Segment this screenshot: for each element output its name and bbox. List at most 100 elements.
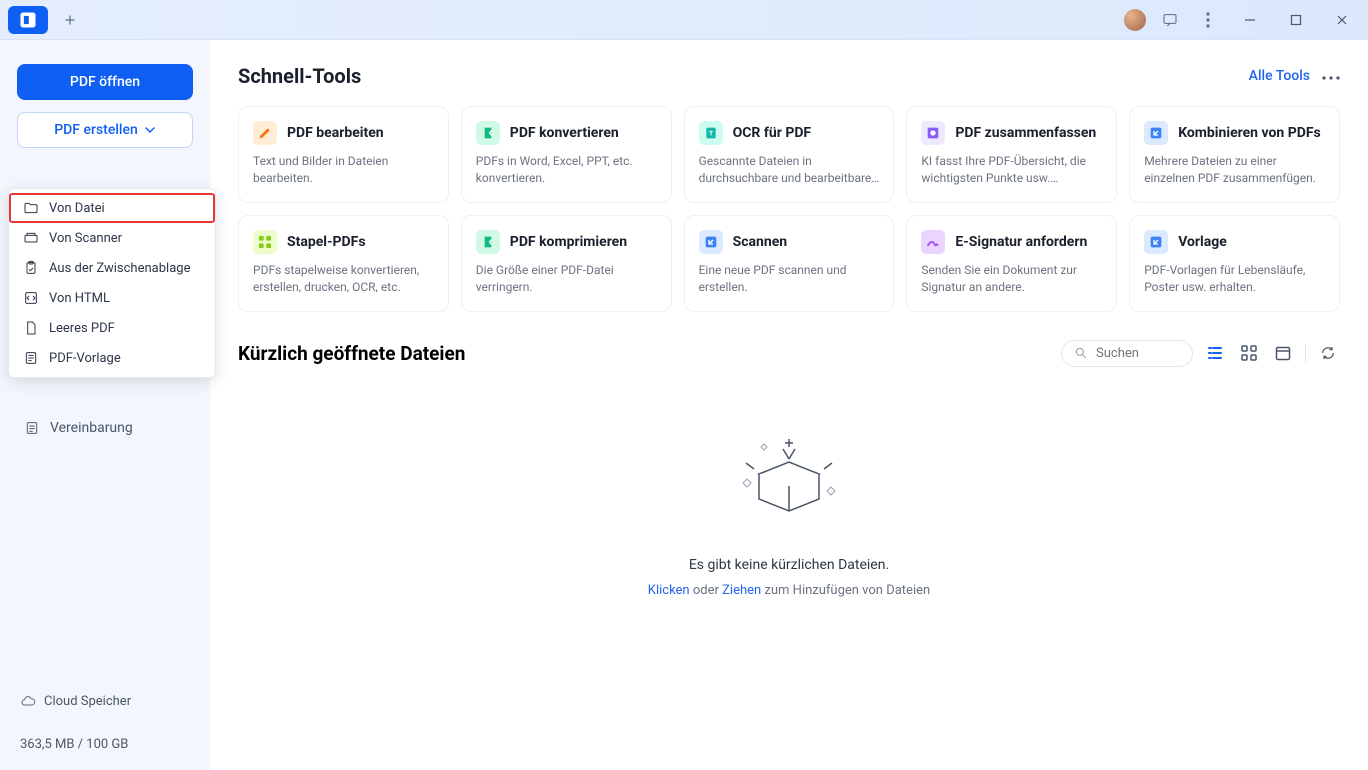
create-pdf-label: PDF erstellen bbox=[54, 122, 138, 138]
tool-desc: PDF-Vorlagen für Lebensläufe, Poster usw… bbox=[1144, 262, 1325, 297]
tool-card[interactable]: T OCR für PDF Gescannte Dateien in durchsu… bbox=[684, 106, 895, 203]
tool-icon bbox=[1144, 121, 1168, 145]
blank-page-icon bbox=[23, 320, 39, 336]
scanner-icon bbox=[23, 230, 39, 246]
dropdown-item-label: Aus der Zwischenablage bbox=[49, 261, 190, 276]
minimize-icon bbox=[1244, 14, 1256, 26]
tool-card[interactable]: Stapel-PDFsPDFs stapelweise konvertieren… bbox=[238, 215, 449, 312]
titlebar bbox=[0, 0, 1368, 40]
tool-desc: PDFs stapelweise konvertieren, erstellen… bbox=[253, 262, 434, 297]
create-pdf-dropdown: Von Datei Von Scanner Aus der Zwischenab… bbox=[8, 188, 216, 378]
tool-title: E-Signatur anfordern bbox=[955, 234, 1087, 250]
content: Schnell-Tools Alle Tools PDF bearbeiten T… bbox=[210, 40, 1368, 770]
dropdown-blank-pdf[interactable]: Leeres PDF bbox=[9, 313, 215, 343]
tool-card[interactable]: ScannenEine neue PDF scannen und erstell… bbox=[684, 215, 895, 312]
minimize-button[interactable] bbox=[1232, 6, 1268, 34]
tool-icon bbox=[1144, 230, 1168, 254]
tool-icon bbox=[253, 230, 277, 254]
calendar-icon bbox=[1275, 345, 1291, 361]
template-icon bbox=[23, 350, 39, 366]
quick-tools-title: Schnell-Tools bbox=[238, 64, 361, 88]
tool-title: Kombinieren von PDFs bbox=[1178, 125, 1321, 141]
tool-card[interactable]: Vorlage PDF-Vorlagen für Lebensläufe, Pos… bbox=[1129, 215, 1340, 312]
tool-icon bbox=[253, 121, 277, 145]
tool-icon: T bbox=[699, 121, 723, 145]
plus-icon bbox=[63, 13, 77, 27]
tool-desc: Senden Sie ein Dokument zur Signatur an … bbox=[921, 262, 1102, 297]
dropdown-from-html[interactable]: Von HTML bbox=[9, 283, 215, 313]
cloud-storage-label: Cloud Speicher bbox=[44, 694, 131, 709]
view-grid-button[interactable] bbox=[1237, 341, 1261, 365]
tool-title: OCR für PDF bbox=[733, 125, 812, 141]
tool-icon bbox=[921, 230, 945, 254]
open-pdf-button[interactable]: PDF öffnen bbox=[17, 64, 193, 100]
tool-title: PDF bearbeiten bbox=[287, 125, 384, 141]
maximize-icon bbox=[1290, 14, 1302, 26]
tool-card[interactable]: PDF zusammenfassen KI fasst Ihre PDF-Über… bbox=[906, 106, 1117, 203]
cloud-icon bbox=[20, 693, 36, 709]
tool-card[interactable]: E-Signatur anfordern Senden Sie ein Dokum… bbox=[906, 215, 1117, 312]
sidebar-agreement[interactable]: Vereinbarung bbox=[10, 412, 200, 444]
tool-card[interactable]: PDF komprimieren Die Größe einer PDF-Date… bbox=[461, 215, 672, 312]
tool-title: Vorlage bbox=[1178, 234, 1227, 250]
dropdown-from-scanner[interactable]: Von Scanner bbox=[9, 223, 215, 253]
tool-title: PDF zusammenfassen bbox=[955, 125, 1096, 141]
dropdown-item-label: Von HTML bbox=[49, 291, 110, 306]
tool-desc: KI fasst Ihre PDF-Übersicht, die wichtig… bbox=[921, 153, 1102, 188]
tool-desc: Text und Bilder in Dateien bearbeiten. bbox=[253, 153, 434, 188]
dropdown-item-label: Von Datei bbox=[49, 201, 105, 216]
empty-drag-link[interactable]: Ziehen bbox=[722, 583, 761, 598]
tool-card[interactable]: Kombinieren von PDFsMehrere Dateien zu e… bbox=[1129, 106, 1340, 203]
grid-icon bbox=[1241, 345, 1257, 361]
clipboard-icon bbox=[23, 260, 39, 276]
create-pdf-button[interactable]: PDF erstellen bbox=[17, 112, 193, 148]
recent-files-title: Kürzlich geöffnete Dateien bbox=[238, 342, 465, 365]
empty-click-link[interactable]: Klicken bbox=[648, 583, 690, 598]
dropdown-item-label: PDF-Vorlage bbox=[49, 351, 121, 366]
more-button[interactable] bbox=[1194, 6, 1222, 34]
chevron-down-icon bbox=[144, 124, 156, 136]
search-icon bbox=[1074, 346, 1088, 360]
empty-box-icon bbox=[729, 419, 849, 539]
dropdown-from-clipboard[interactable]: Aus der Zwischenablage bbox=[9, 253, 215, 283]
search-box[interactable] bbox=[1061, 340, 1193, 367]
empty-hint: Klicken oder Ziehen zum Hinzufügen von D… bbox=[648, 583, 930, 598]
dots-icon bbox=[1322, 76, 1340, 80]
tool-desc: Die Größe einer PDF-Datei verringern. bbox=[476, 262, 657, 297]
tool-desc: PDFs in Word, Excel, PPT, etc. konvertie… bbox=[476, 153, 657, 188]
tools-more-button[interactable] bbox=[1322, 68, 1340, 84]
html-icon bbox=[23, 290, 39, 306]
view-calendar-button[interactable] bbox=[1271, 341, 1295, 365]
sidebar: PDF öffnen PDF erstellen Von Datei Von S… bbox=[0, 40, 210, 770]
dropdown-from-file[interactable]: Von Datei bbox=[9, 193, 215, 223]
close-icon bbox=[1336, 14, 1348, 26]
document-icon bbox=[24, 420, 40, 436]
svg-text:T: T bbox=[709, 130, 713, 138]
tool-card[interactable]: PDF konvertieren PDFs in Word, Excel, PPT… bbox=[461, 106, 672, 203]
chat-icon bbox=[1162, 12, 1178, 28]
all-tools-link[interactable]: Alle Tools bbox=[1249, 68, 1310, 84]
new-tab-button[interactable] bbox=[56, 6, 84, 34]
dropdown-pdf-template[interactable]: PDF-Vorlage bbox=[9, 343, 215, 373]
maximize-button[interactable] bbox=[1278, 6, 1314, 34]
empty-title: Es gibt keine kürzlichen Dateien. bbox=[689, 557, 889, 573]
dropdown-item-label: Leeres PDF bbox=[49, 321, 115, 336]
tool-title: PDF konvertieren bbox=[510, 125, 619, 141]
empty-state: Es gibt keine kürzlichen Dateien. Klicke… bbox=[238, 379, 1340, 598]
close-button[interactable] bbox=[1324, 6, 1360, 34]
app-tab[interactable] bbox=[8, 6, 48, 34]
view-list-button[interactable] bbox=[1203, 341, 1227, 365]
app-logo-icon bbox=[18, 10, 38, 30]
tool-desc: Gescannte Dateien in durchsuchbare und b… bbox=[699, 153, 880, 188]
tool-card[interactable]: PDF bearbeiten Text und Bilder in Dateien… bbox=[238, 106, 449, 203]
folder-icon bbox=[23, 200, 39, 216]
refresh-button[interactable] bbox=[1316, 341, 1340, 365]
refresh-icon bbox=[1320, 345, 1336, 361]
chat-button[interactable] bbox=[1156, 6, 1184, 34]
tool-title: PDF komprimieren bbox=[510, 234, 627, 250]
list-icon bbox=[1207, 345, 1223, 361]
search-input[interactable] bbox=[1096, 346, 1176, 361]
cloud-storage-link[interactable]: Cloud Speicher bbox=[20, 693, 190, 709]
storage-quota: 363,5 MB / 100 GB bbox=[20, 737, 190, 752]
avatar[interactable] bbox=[1124, 9, 1146, 31]
